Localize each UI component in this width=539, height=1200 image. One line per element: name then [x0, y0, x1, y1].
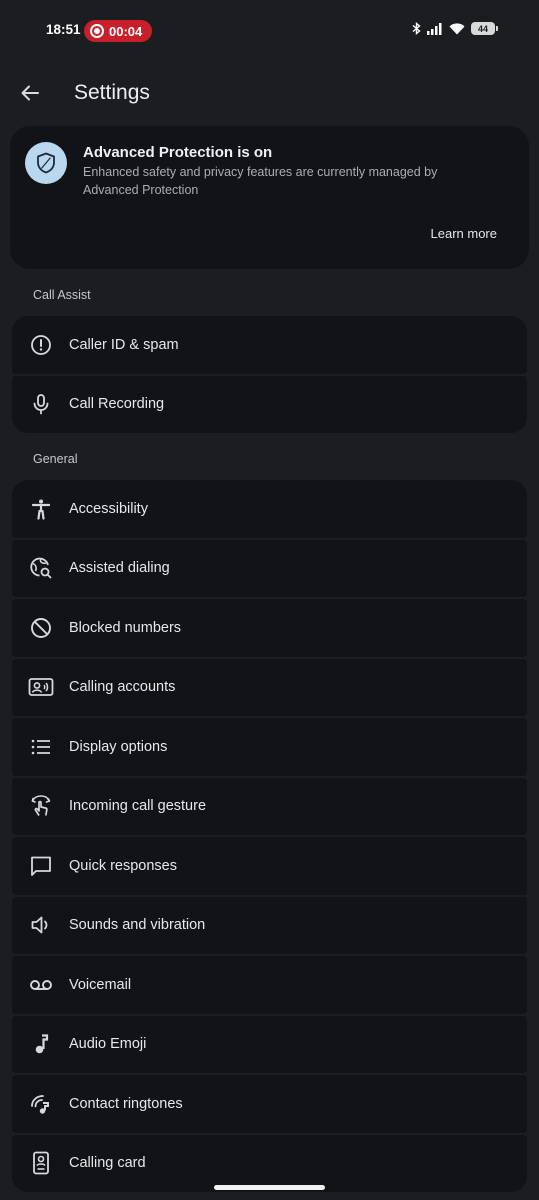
section-header-call-assist: Call Assist	[33, 288, 91, 302]
chat-bubble-icon	[28, 853, 54, 879]
settings-item-label: Calling card	[69, 1155, 146, 1172]
settings-screen: 18:51 00:04 44 Settings Advanced Protect…	[0, 0, 539, 1200]
speaker-icon	[28, 912, 54, 938]
gesture-icon	[28, 793, 54, 819]
settings-item-label: Caller ID & spam	[69, 336, 179, 353]
settings-item-label: Display options	[69, 738, 168, 755]
music-note-icon	[28, 1031, 54, 1057]
section-header-general: General	[33, 452, 78, 466]
status-time: 18:51	[46, 22, 81, 37]
calling-card-icon	[28, 1150, 54, 1176]
learn-more-link[interactable]: Learn more	[431, 226, 497, 241]
alert-circle-icon	[28, 332, 54, 358]
settings-item-sounds-and-vibration[interactable]: Sounds and vibration	[12, 896, 527, 954]
general-group: Accessibility Assisted dialing Blocked n…	[12, 480, 527, 1192]
settings-item-label: Calling accounts	[69, 679, 176, 696]
settings-item-display-options[interactable]: Display options	[12, 718, 527, 776]
globe-search-icon	[28, 555, 54, 581]
back-button[interactable]	[16, 79, 44, 107]
advanced-protection-card: Advanced Protection is on Enhanced safet…	[10, 126, 529, 269]
protection-title: Advanced Protection is on	[83, 144, 273, 161]
settings-item-audio-emoji[interactable]: Audio Emoji	[12, 1015, 527, 1073]
settings-item-accessibility[interactable]: Accessibility	[12, 480, 527, 538]
settings-item-call-recording[interactable]: Call Recording	[12, 375, 527, 433]
settings-item-label: Call Recording	[69, 396, 165, 413]
shield-badge	[25, 142, 67, 184]
top-app-bar: Settings	[0, 70, 539, 116]
settings-item-assisted-dialing[interactable]: Assisted dialing	[12, 539, 527, 597]
status-bar: 18:51 00:04 44	[0, 0, 539, 62]
call-assist-group: Caller ID & spam Call Recording	[12, 316, 527, 433]
settings-item-calling-accounts[interactable]: Calling accounts	[12, 658, 527, 716]
settings-item-caller-id-spam[interactable]: Caller ID & spam	[12, 316, 527, 374]
recording-indicator[interactable]: 00:04	[84, 20, 152, 42]
gesture-nav-handle[interactable]	[214, 1185, 325, 1190]
settings-item-label: Sounds and vibration	[69, 917, 206, 934]
protection-description: Enhanced safety and privacy features are…	[83, 165, 438, 197]
signal-icon	[427, 22, 442, 35]
settings-item-quick-responses[interactable]: Quick responses	[12, 837, 527, 895]
arrow-back-icon	[21, 85, 39, 101]
accessibility-icon	[28, 496, 54, 522]
list-icon	[28, 734, 54, 760]
settings-item-label: Voicemail	[69, 976, 132, 993]
settings-item-label: Quick responses	[69, 857, 177, 874]
settings-item-label: Accessibility	[69, 500, 148, 517]
shield-icon	[37, 152, 55, 174]
settings-item-label: Audio Emoji	[69, 1036, 147, 1053]
settings-item-calling-card[interactable]: Calling card	[12, 1134, 527, 1192]
wifi-icon	[449, 22, 465, 34]
settings-item-contact-ringtones[interactable]: Contact ringtones	[12, 1075, 527, 1133]
voicemail-icon	[28, 972, 54, 998]
bluetooth-icon	[412, 22, 421, 35]
recording-time: 00:04	[109, 23, 143, 39]
settings-item-voicemail[interactable]: Voicemail	[12, 956, 527, 1014]
contact-card-icon	[28, 674, 54, 700]
settings-item-label: Assisted dialing	[69, 560, 170, 577]
ringtone-icon	[28, 1091, 54, 1117]
battery-icon: 44	[471, 22, 498, 35]
page-title: Settings	[74, 81, 150, 104]
settings-item-incoming-call-gesture[interactable]: Incoming call gesture	[12, 777, 527, 835]
status-icons: 44	[412, 22, 498, 35]
settings-item-blocked-numbers[interactable]: Blocked numbers	[12, 599, 527, 657]
settings-item-label: Blocked numbers	[69, 619, 182, 636]
record-icon	[90, 24, 104, 38]
block-icon	[28, 615, 54, 641]
settings-item-label: Incoming call gesture	[69, 798, 207, 815]
settings-item-label: Contact ringtones	[69, 1095, 183, 1112]
mic-icon	[28, 391, 54, 417]
